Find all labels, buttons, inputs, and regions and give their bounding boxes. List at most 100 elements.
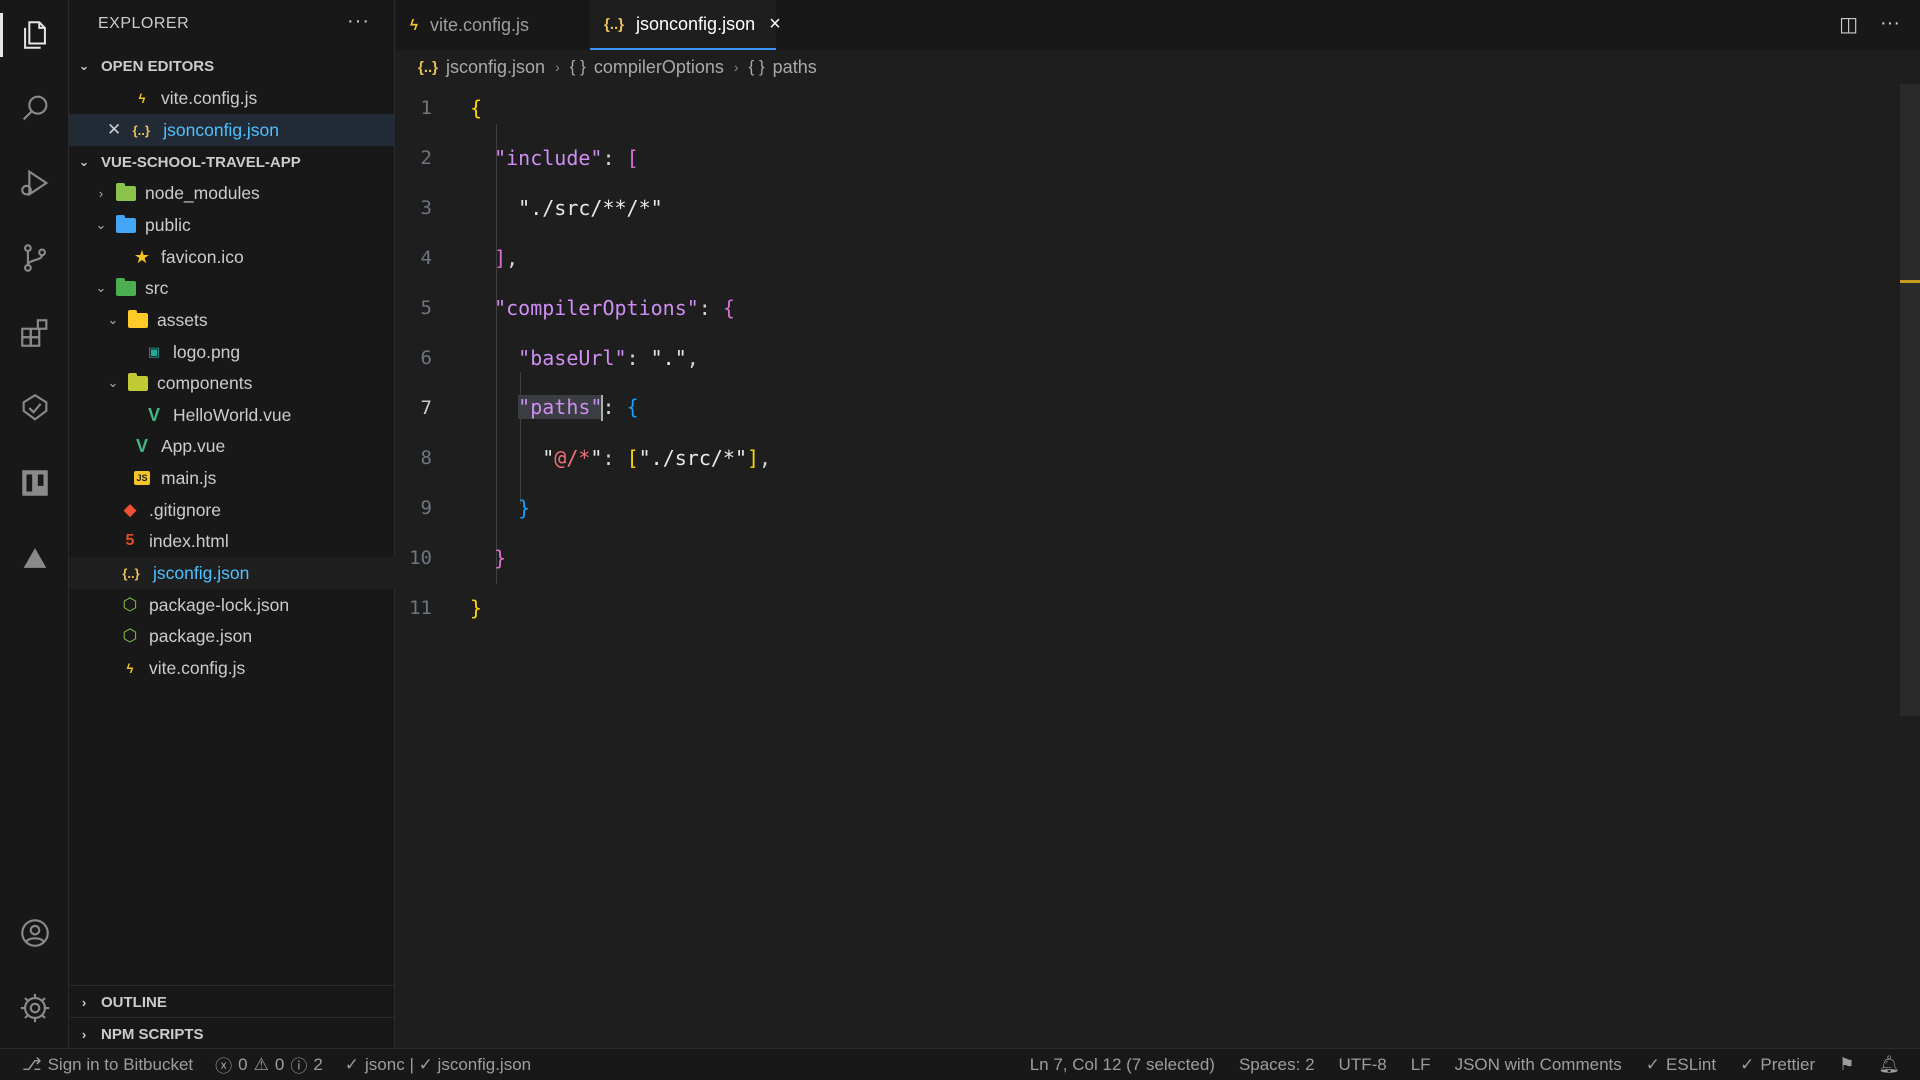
tree-file-gitignore[interactable]: ◆ .gitignore bbox=[69, 494, 395, 526]
code-text: "include": [ bbox=[494, 146, 639, 170]
line-number: 8 bbox=[420, 447, 432, 469]
tree-file-favicon[interactable]: ★ favicon.ico bbox=[69, 241, 395, 273]
outline-label: OUTLINE bbox=[101, 993, 167, 1011]
code-text: "paths": { bbox=[470, 394, 639, 422]
tree-label: src bbox=[145, 277, 169, 298]
code-text: "compilerOptions": { bbox=[494, 296, 735, 320]
tab-jsconfig[interactable]: {..} jsonconfig.json × bbox=[590, 0, 781, 50]
tab-vite-config[interactable]: ϟ vite.config.js bbox=[396, 0, 580, 50]
breadcrumb-file[interactable]: jsconfig.json bbox=[446, 57, 545, 78]
problems-indicator[interactable]: ⓧ 0 ⚠ 0 ⓘ 2 bbox=[215, 1052, 323, 1077]
chevron-right-icon: › bbox=[81, 1026, 87, 1042]
search-icon[interactable] bbox=[0, 78, 69, 138]
testing-icon[interactable] bbox=[0, 378, 69, 438]
tree-folder-assets[interactable]: ⌄ assets bbox=[69, 304, 395, 336]
tab-label: jsonconfig.json bbox=[636, 13, 756, 34]
editor-tabs: ϟ vite.config.js {..} jsonconfig.json × … bbox=[396, 0, 1920, 50]
info-icon: ⓘ bbox=[290, 1057, 308, 1076]
board-icon[interactable] bbox=[0, 453, 69, 513]
project-label: VUE-SCHOOL-TRAVEL-APP bbox=[101, 153, 301, 171]
split-editor-icon[interactable]: ◫ bbox=[1839, 12, 1858, 37]
editor-scrollbar[interactable] bbox=[1900, 84, 1920, 716]
vite-icon: ϟ bbox=[410, 16, 418, 34]
explorer-sidebar: EXPLORER ··· ⌄ OPEN EDITORS ϟ vite.confi… bbox=[69, 0, 395, 1048]
tree-folder-public[interactable]: ⌄ public bbox=[69, 209, 395, 241]
more-actions-icon[interactable]: ··· bbox=[347, 10, 370, 33]
line-number: 7 bbox=[420, 397, 432, 419]
tree-folder-components[interactable]: ⌄ components bbox=[69, 367, 395, 399]
indentation[interactable]: Spaces: 2 bbox=[1239, 1055, 1315, 1075]
tree-label: main.js bbox=[161, 467, 217, 488]
breadcrumb-separator: › bbox=[555, 59, 560, 75]
prettier-status[interactable]: ✓ Prettier bbox=[1740, 1055, 1815, 1075]
assets-folder-icon bbox=[127, 309, 149, 331]
end-of-line[interactable]: LF bbox=[1411, 1055, 1431, 1075]
open-editors-header[interactable]: ⌄ OPEN EDITORS bbox=[69, 52, 395, 80]
src-folder-icon bbox=[115, 277, 137, 299]
eslint-label: ESLint bbox=[1666, 1054, 1717, 1074]
tree-file-vite-config[interactable]: ϟ vite.config.js bbox=[69, 652, 395, 684]
tree-file-app[interactable]: V App.vue bbox=[69, 430, 395, 462]
open-editor-item-active[interactable]: ✕ {..} jsonconfig.json bbox=[69, 114, 395, 146]
vue-icon: V bbox=[147, 404, 160, 425]
tree-file-package[interactable]: ⬡ package.json bbox=[69, 620, 395, 652]
language-mode[interactable]: JSON with Comments bbox=[1455, 1055, 1622, 1075]
npm-json-icon: ⬡ bbox=[122, 626, 138, 645]
outline-header[interactable]: › OUTLINE bbox=[69, 988, 395, 1016]
tab-label: vite.config.js bbox=[429, 14, 529, 35]
chevron-down-icon: ⌄ bbox=[107, 375, 119, 390]
tree-label: favicon.ico bbox=[161, 246, 244, 267]
more-actions-icon[interactable]: ··· bbox=[1880, 12, 1900, 37]
code-line: 3 "./src/**/*" bbox=[396, 188, 1896, 228]
star-icon: ★ bbox=[133, 246, 151, 267]
bitbucket-icon: ⎇ bbox=[22, 1054, 42, 1074]
explorer-icon[interactable] bbox=[0, 5, 69, 65]
tree-file-jsconfig[interactable]: {..} jsconfig.json bbox=[69, 557, 395, 589]
code-editor[interactable]: 1 { 2 "include": [ 3 "./src/**/*" 4 ], 5… bbox=[396, 84, 1896, 1044]
code-text: { bbox=[470, 96, 483, 120]
account-icon[interactable] bbox=[0, 903, 69, 963]
tree-label: package-lock.json bbox=[149, 594, 290, 615]
code-text: } bbox=[494, 546, 507, 570]
run-debug-icon[interactable] bbox=[0, 153, 69, 213]
npm-scripts-header[interactable]: › NPM SCRIPTS bbox=[69, 1020, 395, 1048]
tree-file-package-lock[interactable]: ⬡ package-lock.json bbox=[69, 589, 395, 621]
open-editor-label: jsonconfig.json bbox=[163, 119, 280, 140]
breadcrumb: {..} jsconfig.json › { } compilerOptions… bbox=[418, 54, 817, 80]
feedback-icon[interactable]: ⚑ bbox=[1839, 1055, 1854, 1075]
settings-gear-icon[interactable] bbox=[0, 978, 69, 1038]
tree-file-logo[interactable]: ▣ logo.png bbox=[69, 336, 395, 368]
close-icon[interactable]: × bbox=[769, 13, 781, 36]
npm-scripts-label: NPM SCRIPTS bbox=[101, 1025, 204, 1043]
tree-folder-node-modules[interactable]: › node_modules bbox=[69, 177, 395, 209]
breadcrumb-paths[interactable]: paths bbox=[773, 57, 817, 78]
cursor-position[interactable]: Ln 7, Col 12 (7 selected) bbox=[1030, 1055, 1215, 1075]
html-icon: 5 bbox=[125, 532, 135, 549]
line-number: 4 bbox=[420, 247, 432, 269]
line-number: 5 bbox=[420, 297, 432, 319]
language-status-label: jsonc | ✓ jsconfig.json bbox=[365, 1054, 532, 1074]
tree-file-helloworld[interactable]: V HelloWorld.vue bbox=[69, 399, 395, 431]
tree-label: index.html bbox=[149, 530, 229, 551]
extensions-icon[interactable] bbox=[0, 303, 69, 363]
language-status[interactable]: ✓ jsonc | ✓ jsconfig.json bbox=[345, 1055, 531, 1075]
breadcrumb-compiler-options[interactable]: compilerOptions bbox=[594, 57, 724, 78]
encoding[interactable]: UTF-8 bbox=[1339, 1055, 1387, 1075]
bitbucket-signin[interactable]: ⎇ Sign in to Bitbucket bbox=[22, 1055, 193, 1075]
status-bar: ⎇ Sign in to Bitbucket ⓧ 0 ⚠ 0 ⓘ 2 ✓ jso… bbox=[0, 1048, 1920, 1080]
activity-bar bbox=[0, 0, 69, 1048]
tree-folder-src[interactable]: ⌄ src bbox=[69, 272, 395, 304]
source-control-icon[interactable] bbox=[0, 228, 69, 288]
close-icon[interactable]: ✕ bbox=[107, 120, 121, 140]
eslint-status[interactable]: ✓ ESLint bbox=[1646, 1055, 1716, 1075]
vue-icon: V bbox=[135, 435, 148, 456]
bell-icon[interactable]: 🔔︎ bbox=[1878, 1055, 1900, 1075]
bitbucket-label: Sign in to Bitbucket bbox=[47, 1054, 194, 1074]
tree-file-index[interactable]: 5 index.html bbox=[69, 525, 395, 557]
project-header[interactable]: ⌄ VUE-SCHOOL-TRAVEL-APP bbox=[69, 148, 395, 176]
line-number: 9 bbox=[420, 497, 432, 519]
tree-file-main[interactable]: JS main.js bbox=[69, 462, 395, 494]
line-number: 6 bbox=[420, 347, 432, 369]
deploy-icon[interactable] bbox=[0, 528, 69, 588]
open-editor-item[interactable]: ϟ vite.config.js bbox=[69, 82, 395, 114]
